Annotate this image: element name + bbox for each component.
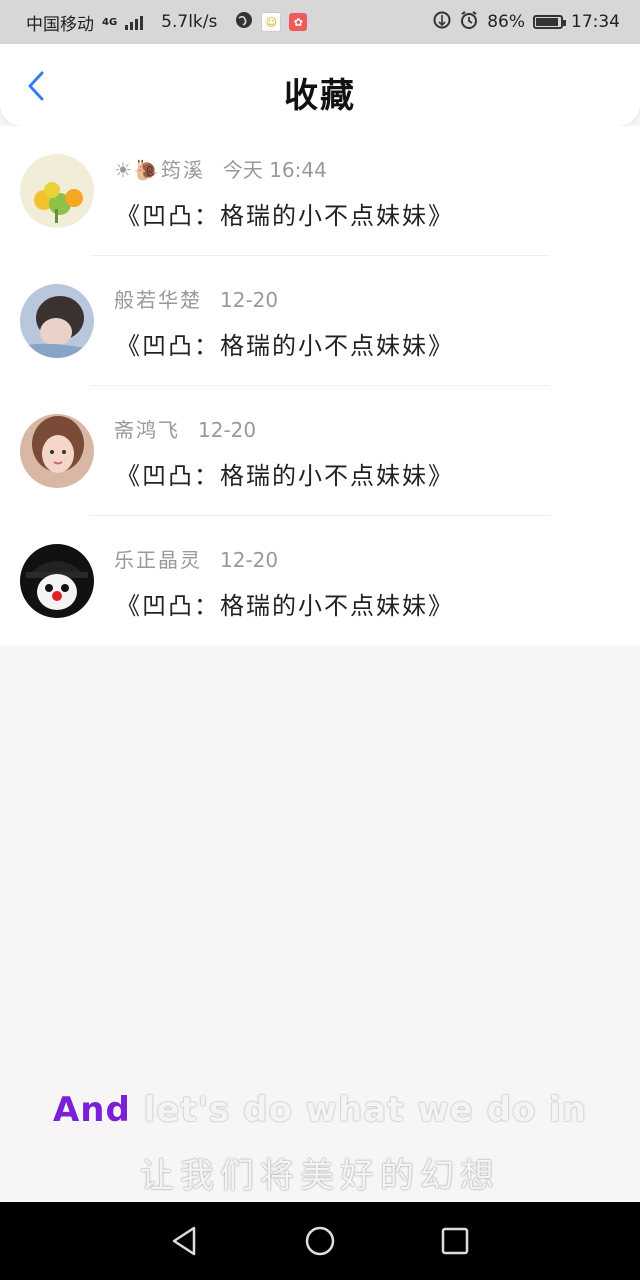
signal-icon — [125, 14, 144, 30]
system-nav-bar — [0, 1202, 640, 1280]
network-speed: 5.7lk/s — [161, 12, 218, 32]
title-bar: 收藏 — [0, 44, 640, 126]
triangle-back-icon — [172, 1226, 196, 1256]
alarm-icon — [459, 10, 479, 35]
favorites-list: ☀🐌筠溪 今天 16:44 《凹凸：格瑞的小不点妹妹》 般若华楚 12-20 《凹凸… — [0, 126, 640, 646]
timestamp: 今天 16:44 — [222, 158, 327, 182]
timestamp: 12-20 — [220, 548, 279, 572]
nav-home-button[interactable] — [300, 1221, 340, 1261]
item-title: 《凹凸：格瑞的小不点妹妹》 — [116, 332, 454, 360]
lyric-highlight: And — [52, 1090, 131, 1130]
avatar[interactable] — [20, 154, 94, 228]
clock: 17:34 — [571, 12, 620, 32]
app-badge-icon: ✿ — [289, 13, 308, 31]
battery-icon — [533, 15, 566, 29]
item-title: 《凹凸：格瑞的小不点妹妹》 — [116, 592, 454, 620]
avatar[interactable] — [20, 544, 94, 618]
item-meta: 般若华楚 12-20 — [114, 284, 278, 313]
list-item[interactable]: 斋鸿飞 12-20 《凹凸：格瑞的小不点妹妹》 — [0, 386, 640, 516]
timestamp: 12-20 — [220, 288, 279, 312]
item-meta: 斋鸿飞 12-20 — [114, 414, 256, 443]
item-title: 《凹凸：格瑞的小不点妹妹》 — [116, 462, 454, 490]
globe-icon — [235, 11, 253, 34]
list-item[interactable]: ☀🐌筠溪 今天 16:44 《凹凸：格瑞的小不点妹妹》 — [0, 126, 640, 256]
nav-back-button[interactable] — [164, 1221, 204, 1261]
list-item[interactable]: 般若华楚 12-20 《凹凸：格瑞的小不点妹妹》 — [0, 256, 640, 386]
square-recents-icon — [441, 1227, 469, 1255]
network-type: 4G — [102, 16, 118, 28]
lyric-line-1: And let's do what we do in — [0, 1090, 640, 1130]
item-meta: ☀🐌筠溪 今天 16:44 — [114, 154, 327, 183]
author-name: 乐正晶灵 — [114, 548, 202, 572]
author-name: 般若华楚 — [114, 288, 202, 312]
list-item[interactable]: 乐正晶灵 12-20 《凹凸：格瑞的小不点妹妹》 — [0, 516, 640, 646]
battery-percent: 86% — [487, 12, 525, 32]
avatar[interactable] — [20, 284, 94, 358]
author-name: ☀🐌筠溪 — [114, 158, 205, 182]
avatar[interactable] — [20, 414, 94, 488]
app-badge-icon: ☺ — [261, 12, 282, 32]
lyric-line-2: 让我们将美好的幻想 — [140, 1156, 500, 1196]
item-meta: 乐正晶灵 12-20 — [114, 544, 278, 573]
nav-recents-button[interactable] — [435, 1221, 475, 1261]
author-name: 斋鸿飞 — [114, 418, 180, 442]
item-title: 《凹凸：格瑞的小不点妹妹》 — [116, 202, 454, 230]
lyrics-overlay: And let's do what we do in 让我们将美好的幻想 — [0, 1090, 640, 1197]
status-bar: 中国移动 4G 5.7lk/s ☺ ✿ 86% 17:34 — [0, 0, 640, 44]
page-title: 收藏 — [284, 76, 356, 116]
carrier-label: 中国移动 — [26, 14, 94, 35]
lyric-rest: let's do what we do in — [130, 1090, 588, 1130]
timestamp: 12-20 — [198, 418, 257, 442]
data-icon — [433, 11, 451, 34]
circle-home-icon — [305, 1226, 335, 1256]
